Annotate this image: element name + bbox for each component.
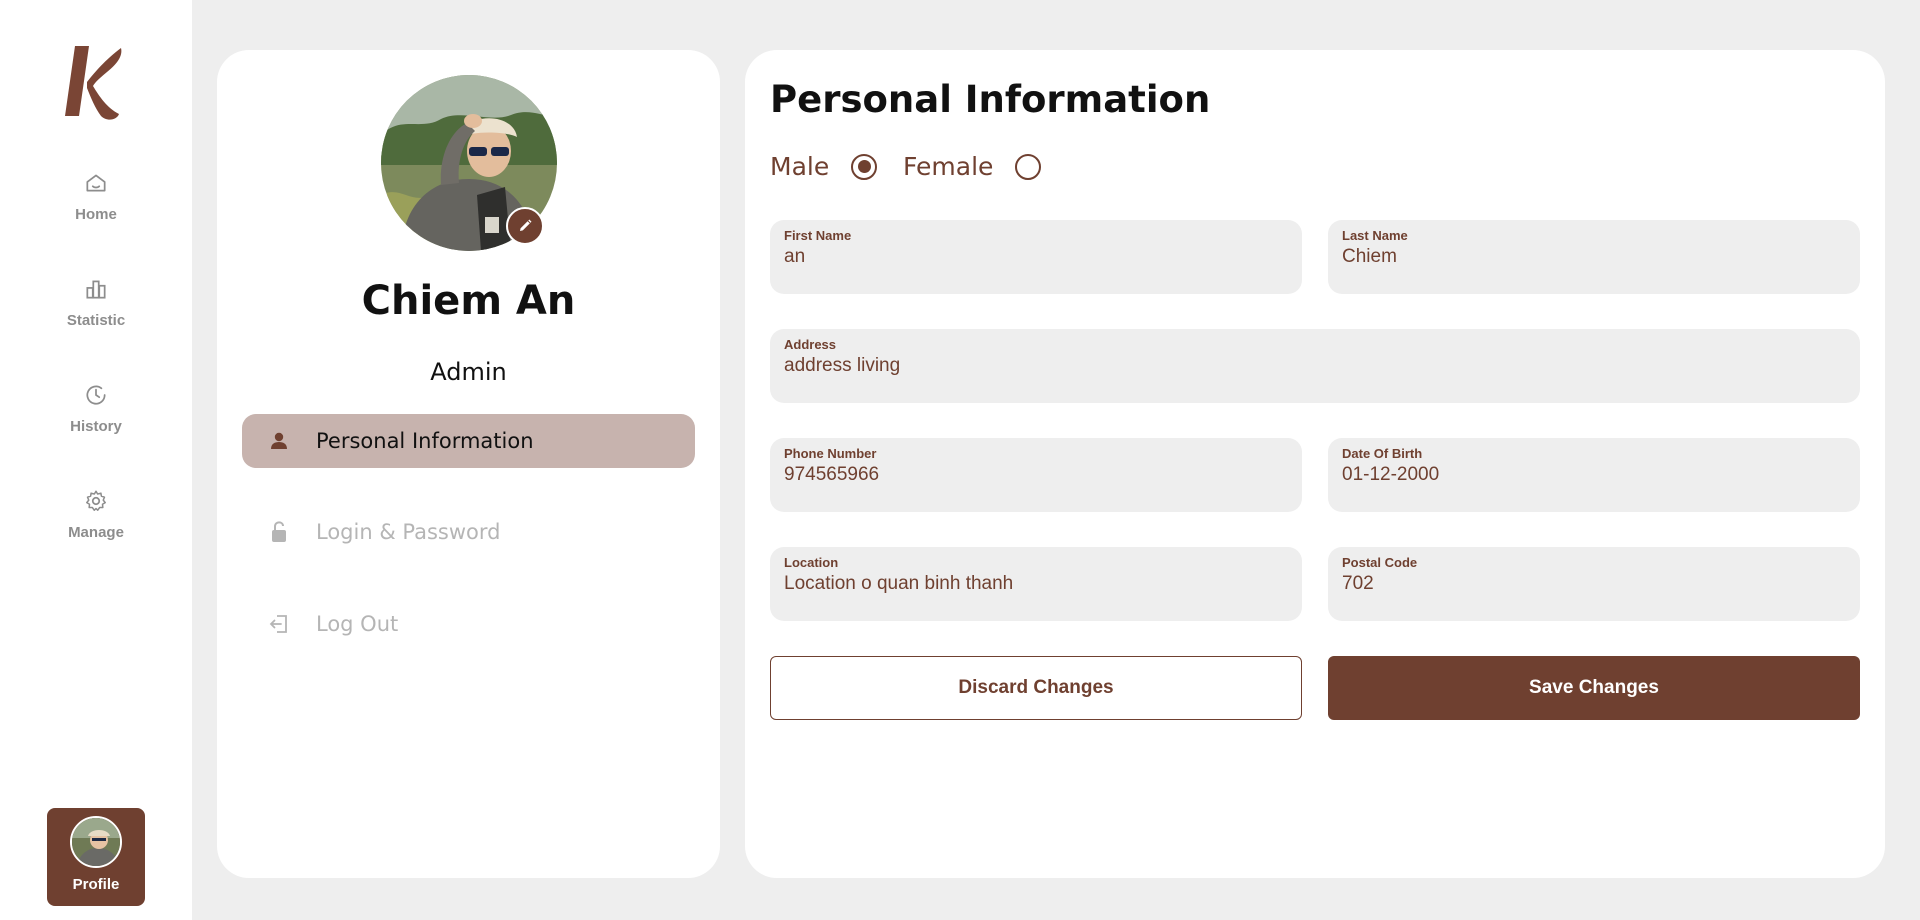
sidebar-item-label: Home bbox=[75, 206, 117, 223]
sidebar: Home Statistic History Manage Profile bbox=[0, 0, 192, 920]
field-value: address living bbox=[784, 355, 901, 376]
gear-icon bbox=[86, 490, 106, 511]
sidebar-item-statistic[interactable]: Statistic bbox=[0, 276, 192, 329]
gender-male-option[interactable]: Male bbox=[770, 152, 878, 181]
menu-item-label: Login & Password bbox=[316, 520, 501, 544]
field-label: Phone Number bbox=[784, 446, 877, 461]
sidebar-item-profile[interactable]: Profile bbox=[47, 808, 145, 906]
field-value: 974565966 bbox=[784, 464, 880, 485]
sidebar-item-label: Statistic bbox=[66, 312, 126, 329]
edit-avatar-button[interactable] bbox=[506, 207, 544, 245]
gender-male-label: Male bbox=[770, 152, 830, 181]
gender-female-option[interactable]: Female bbox=[903, 152, 1042, 181]
sidebar-item-home[interactable]: Home bbox=[0, 170, 192, 223]
first-name-field[interactable]: First Name an bbox=[770, 220, 1302, 294]
k-logo-icon bbox=[65, 46, 122, 120]
address-field[interactable]: Address address living bbox=[770, 329, 1860, 403]
gender-female-label: Female bbox=[903, 152, 994, 181]
personal-information-form: Personal Information Male Female First N… bbox=[745, 50, 1885, 878]
home-icon bbox=[86, 174, 106, 192]
profile-name: Chiem An bbox=[361, 278, 576, 324]
field-value: 01-12-2000 bbox=[1342, 464, 1440, 485]
discard-changes-button[interactable]: Discard Changes bbox=[770, 656, 1302, 720]
profile-card: Chiem An Admin Personal Information Logi… bbox=[217, 50, 720, 878]
field-label: Last Name bbox=[1342, 228, 1408, 243]
field-label: Postal Code bbox=[1342, 555, 1418, 570]
save-changes-button[interactable]: Save Changes bbox=[1328, 656, 1860, 720]
page-title: Personal Information bbox=[770, 78, 1211, 121]
location-field[interactable]: Location Location o quan binh thanh bbox=[770, 547, 1302, 621]
field-label: Date Of Birth bbox=[1342, 446, 1423, 461]
menu-item-personal-information[interactable]: Personal Information bbox=[242, 414, 695, 468]
logout-icon bbox=[264, 612, 294, 636]
clock-icon bbox=[86, 385, 106, 405]
field-value: 702 bbox=[1342, 573, 1374, 594]
menu-item-log-out[interactable]: Log Out bbox=[242, 597, 695, 651]
field-label: First Name bbox=[784, 228, 852, 243]
sidebar-item-history[interactable]: History bbox=[0, 382, 192, 435]
field-label: Address bbox=[784, 337, 837, 352]
gender-female-radio[interactable] bbox=[1015, 153, 1042, 180]
bar-chart-icon bbox=[86, 280, 106, 299]
avatar bbox=[70, 816, 122, 868]
profile-label: Profile bbox=[72, 876, 120, 893]
menu-item-label: Personal Information bbox=[316, 429, 534, 453]
pencil-icon bbox=[520, 219, 532, 231]
field-value: Location o quan binh thanh bbox=[784, 573, 1014, 594]
unlock-icon bbox=[264, 520, 294, 544]
menu-item-label: Log Out bbox=[316, 612, 399, 636]
radio-selected-dot bbox=[857, 160, 871, 173]
person-icon bbox=[264, 430, 294, 452]
gender-male-radio[interactable] bbox=[851, 153, 878, 180]
sidebar-item-label: History bbox=[70, 418, 122, 435]
last-name-field[interactable]: Last Name Chiem bbox=[1328, 220, 1860, 294]
app-logo[interactable] bbox=[0, 42, 192, 132]
postal-code-field[interactable]: Postal Code 702 bbox=[1328, 547, 1860, 621]
menu-item-login-password[interactable]: Login & Password bbox=[242, 505, 695, 559]
field-label: Location bbox=[784, 555, 839, 570]
phone-number-field[interactable]: Phone Number 974565966 bbox=[770, 438, 1302, 512]
field-value: Chiem bbox=[1342, 246, 1397, 267]
sidebar-item-manage[interactable]: Manage bbox=[0, 488, 192, 541]
date-of-birth-field[interactable]: Date Of Birth 01-12-2000 bbox=[1328, 438, 1860, 512]
profile-role: Admin bbox=[430, 358, 507, 386]
sidebar-item-label: Manage bbox=[68, 524, 124, 541]
field-value: an bbox=[784, 246, 806, 267]
